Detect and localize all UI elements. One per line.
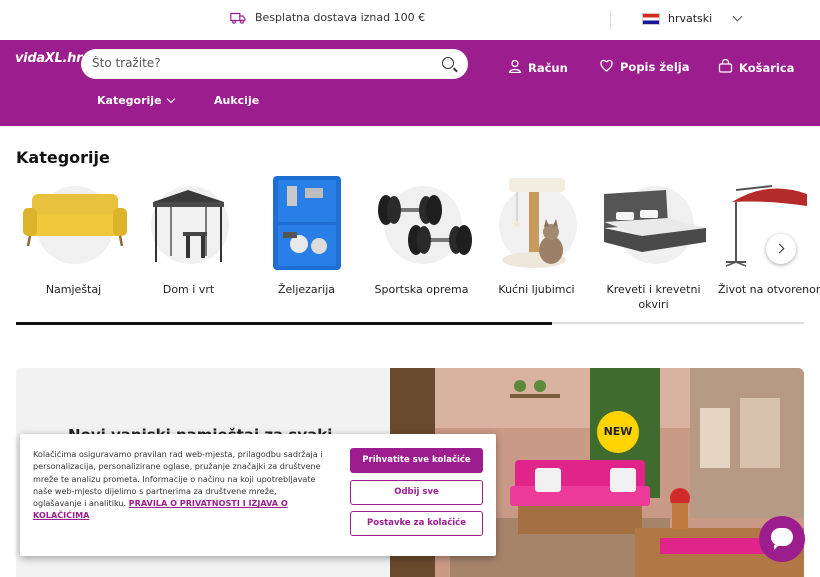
language-selector[interactable]: hrvatski — [642, 11, 743, 25]
sofa-image — [16, 172, 131, 272]
cart-link[interactable]: Košarica — [718, 58, 795, 76]
cart-label: Košarica — [739, 60, 795, 75]
language-label: hrvatski — [668, 12, 713, 25]
category-item[interactable]: Sportska oprema — [364, 172, 479, 297]
heart-icon — [599, 59, 614, 75]
category-item[interactable]: Život na otvorenom — [712, 172, 820, 297]
wishlist-link[interactable]: Popis želja — [599, 59, 690, 75]
carousel-scroll-indicator — [16, 321, 804, 325]
nav-auctions-label: Aukcije — [214, 94, 260, 107]
category-item[interactable]: Kreveti i krevetni okviri — [596, 172, 711, 312]
categories-heading: Kategorije — [16, 148, 110, 167]
cookie-settings-button[interactable]: Postavke za kolačiće — [350, 511, 483, 536]
new-badge: NEW — [597, 411, 639, 453]
cookie-consent-dialog: Kolačićima osiguravamo pravilan rad web-… — [20, 434, 496, 556]
category-item[interactable]: Kućni ljubimci — [479, 172, 594, 297]
basket-icon — [718, 58, 733, 76]
search-input[interactable] — [92, 56, 422, 70]
bed-image — [596, 172, 711, 272]
nav-auctions[interactable]: Aukcije — [214, 94, 259, 107]
category-carousel: Namještaj Dom i vrt Željezarija Sportska… — [0, 172, 820, 317]
carousel-next-button[interactable] — [766, 234, 796, 264]
divider — [610, 10, 611, 30]
nav-categories[interactable]: Kategorije — [97, 94, 175, 107]
account-label: Račun — [528, 60, 568, 75]
category-item[interactable]: Željezarija — [249, 172, 364, 297]
dumbbells-image — [364, 172, 479, 272]
shipping-info: Besplatna dostava iznad 100 € — [230, 11, 425, 24]
tool-case-image — [249, 172, 364, 272]
nav-categories-label: Kategorije — [97, 94, 162, 107]
category-label: Dom i vrt — [162, 283, 215, 296]
category-label: Kućni ljubimci — [498, 283, 575, 296]
truck-icon — [230, 12, 246, 24]
category-item[interactable]: Dom i vrt — [131, 172, 246, 297]
logo[interactable]: vidaXL.hr — [15, 51, 83, 66]
cookie-text: Kolačićima osiguravamo pravilan rad web-… — [33, 448, 323, 522]
search-icon[interactable] — [442, 57, 454, 69]
category-label: Namještaj — [45, 283, 102, 296]
chat-button[interactable] — [759, 516, 805, 562]
category-label: Život na otvorenom — [718, 283, 820, 296]
top-bar: Besplatna dostava iznad 100 € hrvatski — [0, 0, 820, 40]
reject-all-cookies-button[interactable]: Odbij sve — [350, 480, 483, 505]
search-bar[interactable] — [81, 49, 468, 79]
shipping-text: Besplatna dostava iznad 100 € — [255, 11, 426, 24]
wishlist-label: Popis želja — [620, 60, 690, 74]
croatia-flag-icon — [642, 12, 660, 25]
category-label: Željezarija — [277, 283, 336, 296]
accept-all-cookies-button[interactable]: Prihvatite sve kolačiće — [350, 448, 483, 473]
category-label: Kreveti i krevetni okviri — [606, 283, 701, 311]
chat-bubble-icon — [771, 528, 793, 550]
user-icon — [508, 59, 522, 76]
cat-tree-image — [479, 172, 594, 272]
account-link[interactable]: Račun — [508, 59, 568, 76]
scroll-indicator-fill — [16, 321, 552, 325]
chevron-down-icon — [166, 94, 175, 103]
main-header: vidaXL.hr Račun Popis želja Košarica Kat… — [0, 40, 820, 126]
category-item[interactable]: Namještaj — [16, 172, 131, 297]
parasol-image — [712, 172, 820, 272]
chevron-down-icon — [732, 11, 743, 22]
category-label: Sportska oprema — [374, 283, 469, 296]
gazebo-image — [131, 172, 246, 272]
